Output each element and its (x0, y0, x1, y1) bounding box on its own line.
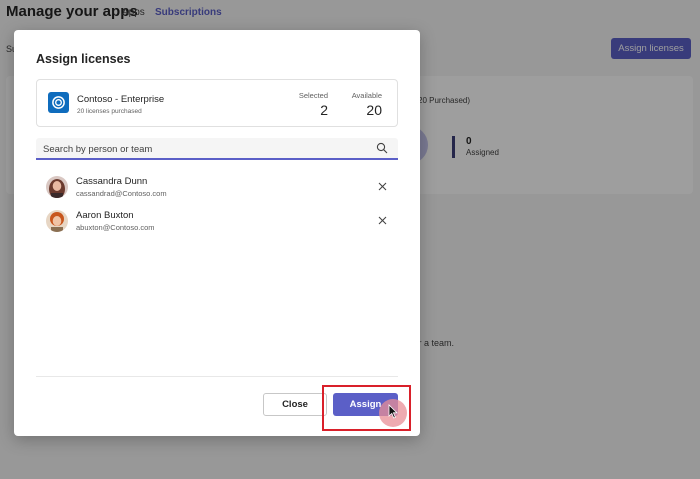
search-icon[interactable] (376, 142, 388, 154)
person-email: abuxton@Contoso.com (76, 223, 155, 232)
dialog-title: Assign licenses (36, 52, 131, 66)
product-name: Contoso - Enterprise (77, 94, 165, 105)
person-name: Aaron Buxton (76, 210, 134, 221)
available-count: 20 (366, 102, 382, 118)
contoso-logo-icon (48, 92, 69, 113)
close-icon[interactable] (377, 215, 388, 226)
product-card: Contoso - Enterprise 20 licenses purchas… (36, 79, 398, 127)
list-item: Cassandra Dunn cassandrad@Contoso.com (36, 173, 398, 201)
search-input[interactable] (43, 141, 363, 157)
person-name: Cassandra Dunn (76, 176, 148, 187)
search-box (36, 138, 398, 160)
footer-divider (36, 376, 398, 377)
assign-licenses-dialog: Assign licenses Contoso - Enterprise 20 … (14, 30, 420, 436)
avatar (46, 210, 68, 232)
avatar (46, 176, 68, 198)
close-button[interactable]: Close (263, 393, 327, 416)
selected-count: 2 (320, 102, 328, 118)
product-subtitle: 20 licenses purchased (77, 108, 142, 115)
list-item: Aaron Buxton abuxton@Contoso.com (36, 207, 398, 235)
available-label: Available (351, 91, 382, 100)
cursor-icon (388, 404, 398, 419)
selected-label: Selected (298, 91, 328, 100)
close-icon[interactable] (377, 181, 388, 192)
person-email: cassandrad@Contoso.com (76, 189, 167, 198)
